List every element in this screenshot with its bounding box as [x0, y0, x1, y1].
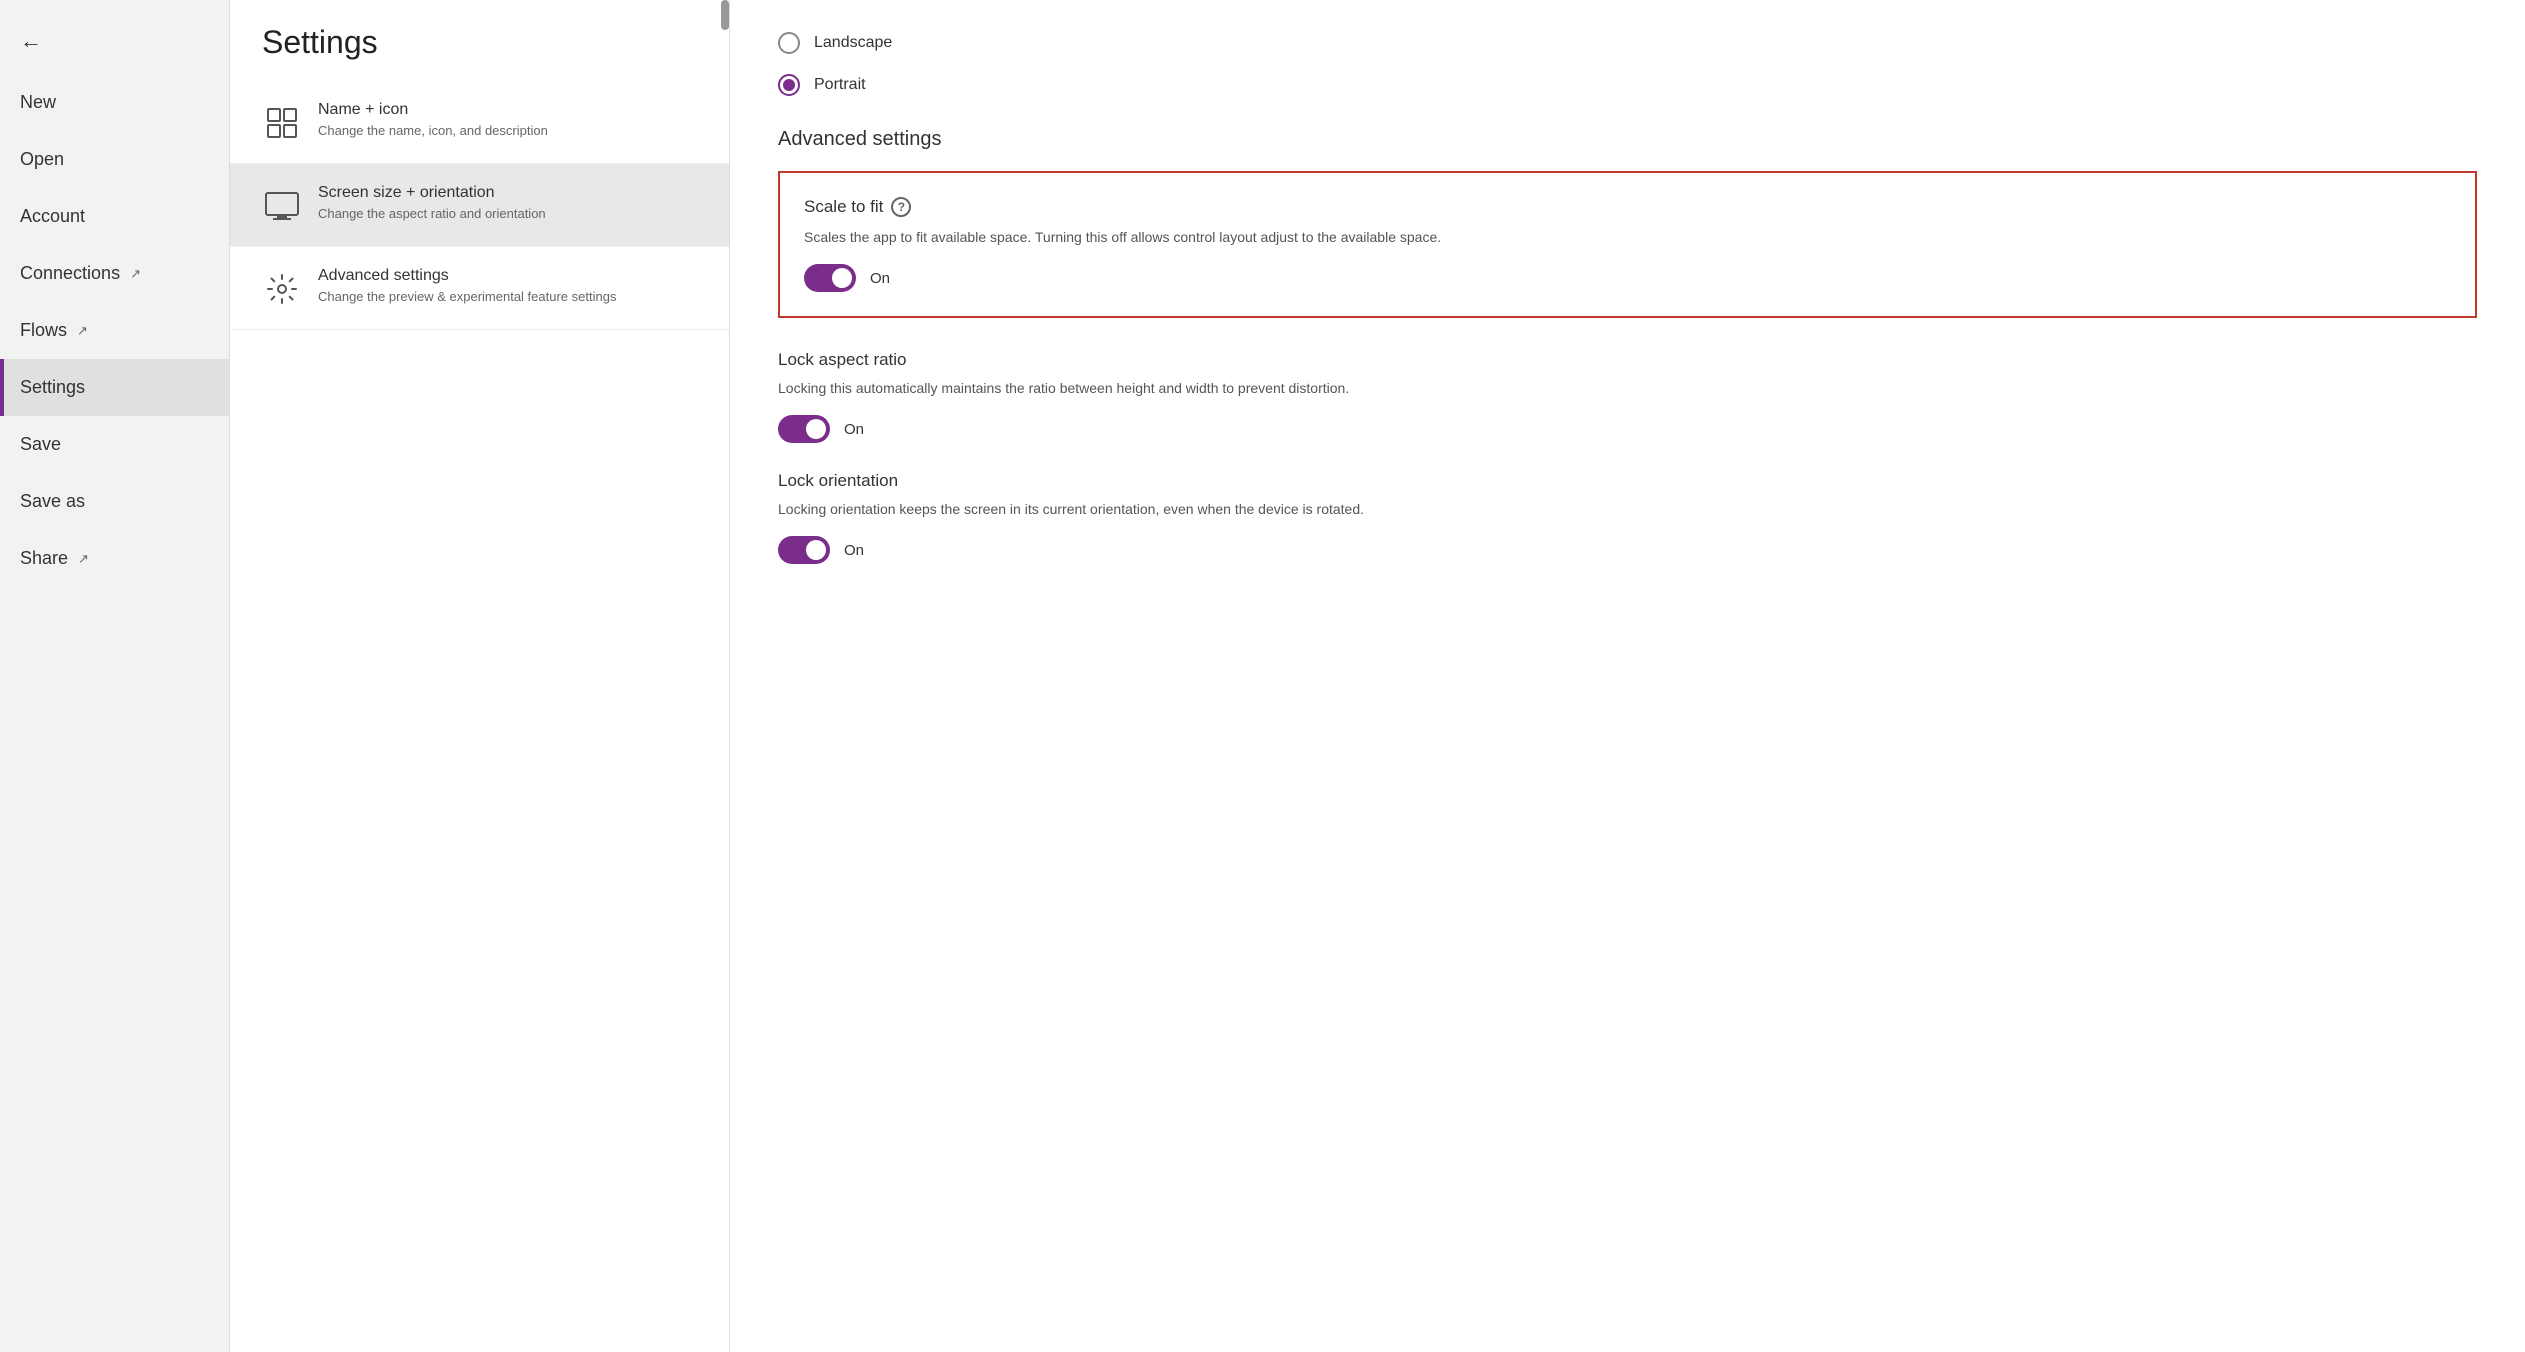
advanced-settings-section-title: Advanced settings: [778, 128, 2477, 151]
external-link-icon: ↗: [77, 323, 88, 339]
lock-orientation-desc: Locking orientation keeps the screen in …: [778, 499, 2477, 520]
lock-aspect-ratio-section: Lock aspect ratio Locking this automatic…: [778, 350, 2477, 443]
sidebar-item-label: Save: [20, 434, 61, 455]
scale-to-fit-title: Scale to fit ?: [804, 197, 2451, 217]
scale-to-fit-box: Scale to fit ? Scales the app to fit ava…: [778, 171, 2477, 318]
name-icon-text: Name + icon Change the name, icon, and d…: [318, 101, 548, 138]
sidebar-item-label: New: [20, 92, 56, 113]
sidebar-item-label: Settings: [20, 377, 85, 398]
back-button[interactable]: ←: [0, 16, 229, 74]
lock-aspect-ratio-toggle-row: On: [778, 415, 2477, 443]
sidebar-item-label: Save as: [20, 491, 85, 512]
sidebar-item-connections[interactable]: Connections ↗: [0, 245, 229, 302]
sidebar-item-label: Open: [20, 149, 64, 170]
scale-to-fit-toggle-row: On: [804, 264, 2451, 292]
screen-size-icon: [262, 186, 302, 226]
sidebar-item-label: Connections: [20, 263, 120, 284]
content-area: Landscape Portrait Advanced settings Sca…: [730, 0, 2525, 1352]
lock-orientation-toggle-label: On: [844, 542, 864, 559]
lock-orientation-toggle-row: On: [778, 536, 2477, 564]
sidebar-item-label: Flows: [20, 320, 67, 341]
settings-panel: Settings Name + icon Change the name, ic…: [230, 0, 730, 1352]
portrait-label: Portrait: [814, 76, 866, 94]
settings-title: Settings: [230, 0, 729, 81]
sidebar: ← New Open Account Connections ↗ Flows ↗…: [0, 0, 230, 1352]
settings-item-name-icon[interactable]: Name + icon Change the name, icon, and d…: [230, 81, 729, 164]
advanced-title: Advanced settings: [318, 267, 616, 285]
scrollbar-indicator[interactable]: [721, 0, 729, 30]
main-area: Settings Name + icon Change the name, ic…: [230, 0, 2525, 1352]
lock-aspect-ratio-toggle[interactable]: [778, 415, 830, 443]
advanced-settings-icon: [262, 269, 302, 309]
sidebar-item-label: Account: [20, 206, 85, 227]
help-icon[interactable]: ?: [891, 197, 911, 217]
lock-orientation-toggle[interactable]: [778, 536, 830, 564]
external-link-icon: ↗: [78, 551, 89, 567]
screen-size-text: Screen size + orientation Change the asp…: [318, 184, 546, 221]
external-link-icon: ↗: [130, 266, 141, 282]
landscape-radio[interactable]: [778, 32, 800, 54]
sidebar-item-new[interactable]: New: [0, 74, 229, 131]
screen-size-title: Screen size + orientation: [318, 184, 546, 202]
settings-item-advanced[interactable]: Advanced settings Change the preview & e…: [230, 247, 729, 330]
lock-aspect-ratio-toggle-label: On: [844, 421, 864, 438]
portrait-radio[interactable]: [778, 74, 800, 96]
sidebar-item-label: Share: [20, 548, 68, 569]
screen-size-desc: Change the aspect ratio and orientation: [318, 206, 546, 221]
sidebar-item-save[interactable]: Save: [0, 416, 229, 473]
sidebar-item-account[interactable]: Account: [0, 188, 229, 245]
scale-to-fit-toggle[interactable]: [804, 264, 856, 292]
sidebar-item-settings[interactable]: Settings: [0, 359, 229, 416]
landscape-option[interactable]: Landscape: [778, 32, 2477, 54]
lock-orientation-title: Lock orientation: [778, 471, 2477, 491]
landscape-label: Landscape: [814, 34, 892, 52]
scale-to-fit-toggle-label: On: [870, 270, 890, 287]
lock-aspect-ratio-desc: Locking this automatically maintains the…: [778, 378, 2477, 399]
sidebar-item-open[interactable]: Open: [0, 131, 229, 188]
name-icon-icon: [262, 103, 302, 143]
advanced-desc: Change the preview & experimental featur…: [318, 289, 616, 304]
lock-orientation-section: Lock orientation Locking orientation kee…: [778, 471, 2477, 564]
scale-to-fit-desc: Scales the app to fit available space. T…: [804, 227, 2451, 248]
name-icon-title: Name + icon: [318, 101, 548, 119]
sidebar-item-save-as[interactable]: Save as: [0, 473, 229, 530]
settings-item-screen-size[interactable]: Screen size + orientation Change the asp…: [230, 164, 729, 247]
sidebar-item-flows[interactable]: Flows ↗: [0, 302, 229, 359]
portrait-option[interactable]: Portrait: [778, 74, 2477, 96]
orientation-group: Landscape Portrait: [778, 32, 2477, 96]
lock-aspect-ratio-title: Lock aspect ratio: [778, 350, 2477, 370]
sidebar-item-share[interactable]: Share ↗: [0, 530, 229, 587]
name-icon-desc: Change the name, icon, and description: [318, 123, 548, 138]
advanced-text: Advanced settings Change the preview & e…: [318, 267, 616, 304]
